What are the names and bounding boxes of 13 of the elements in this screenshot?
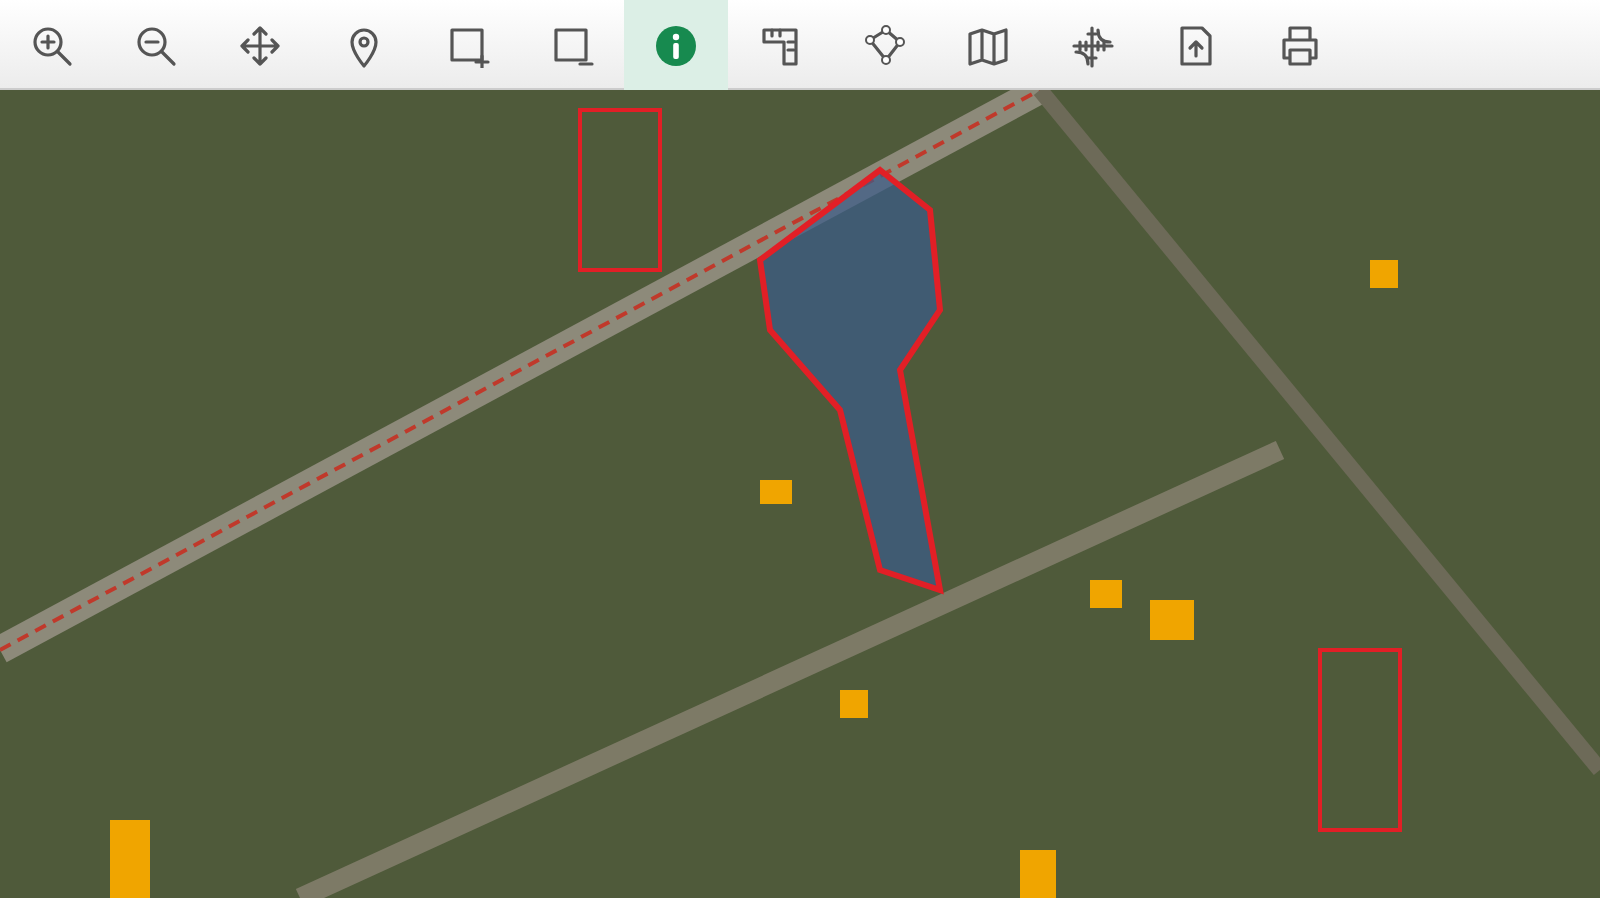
polygon-icon [862, 23, 906, 67]
square-plus-icon [446, 23, 490, 67]
zoom-out-icon [134, 23, 178, 67]
info-button[interactable] [624, 0, 728, 90]
printer-icon [1278, 23, 1322, 67]
document-upload-icon [1174, 23, 1218, 67]
zoom-in-icon [30, 23, 74, 67]
info-icon [654, 23, 698, 67]
square-minus-icon [550, 23, 594, 67]
crosshair-grid-icon [1070, 23, 1114, 67]
ruler-corner-icon [758, 23, 802, 67]
move-arrows-icon [238, 23, 282, 67]
folded-map-icon [966, 23, 1010, 67]
